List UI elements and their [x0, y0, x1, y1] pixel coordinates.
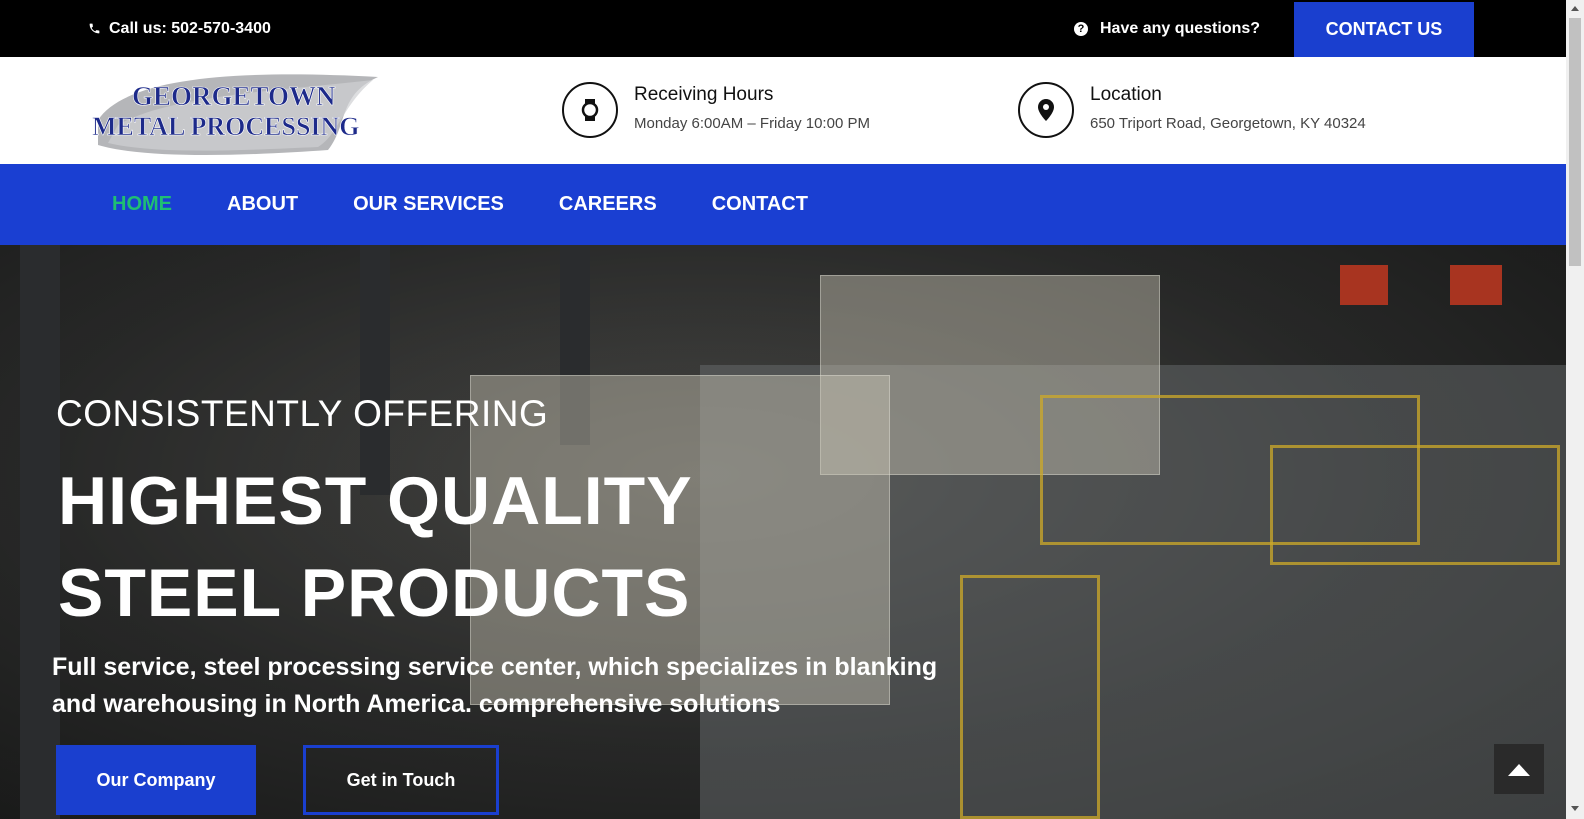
hero-title-line2: STEEL PRODUCTS — [58, 555, 691, 631]
hero-subtitle: CONSISTENTLY OFFERING — [56, 393, 549, 434]
factory-door — [1340, 265, 1388, 305]
location-title: Location — [1090, 84, 1162, 105]
nav-home[interactable]: HOME — [112, 193, 172, 216]
safety-rail — [1270, 445, 1560, 565]
location: Location 650 Triport Road, Georgetown, K… — [1018, 82, 1366, 138]
map-pin-icon — [1018, 82, 1074, 138]
receiving-hours: Receiving Hours Monday 6:00AM – Friday 1… — [562, 82, 870, 138]
nav-about[interactable]: ABOUT — [227, 193, 298, 216]
scroll-thumb[interactable] — [1569, 18, 1581, 266]
nav-our-services[interactable]: OUR SERVICES — [353, 193, 504, 216]
phone-text: Call us: 502-570-3400 — [109, 19, 271, 37]
watch-icon — [562, 82, 618, 138]
questions-label: Have any questions? — [1100, 19, 1261, 37]
hero-title-line1: HIGHEST QUALITY — [58, 463, 693, 539]
hero-title: HIGHEST QUALITY STEEL PRODUCTS — [58, 455, 693, 639]
our-company-button[interactable]: Our Company — [56, 745, 256, 815]
scroll-up-arrow[interactable] — [1571, 6, 1579, 11]
phone-contact[interactable]: Call us: 502-570-3400 — [88, 0, 271, 57]
hours-title: Receiving Hours — [634, 84, 774, 105]
hours-value: Monday 6:00AM – Friday 10:00 PM — [634, 115, 870, 132]
get-in-touch-button[interactable]: Get in Touch — [303, 745, 499, 815]
scroll-down-arrow[interactable] — [1571, 806, 1579, 811]
top-bar: Call us: 502-570-3400 ? Have any questio… — [0, 0, 1566, 57]
nav-contact[interactable]: CONTACT — [712, 193, 808, 216]
hero-description: Full service, steel processing service c… — [52, 649, 1012, 723]
location-value: 650 Triport Road, Georgetown, KY 40324 — [1090, 115, 1366, 132]
nav-careers[interactable]: CAREERS — [559, 193, 657, 216]
question-icon: ? — [1074, 21, 1088, 36]
back-to-top-button[interactable] — [1494, 744, 1544, 794]
hero-description-line2: and warehousing in North America. compre… — [52, 690, 781, 718]
factory-beam — [20, 245, 60, 819]
questions-text: ? Have any questions? — [1074, 0, 1260, 57]
phone-icon — [89, 23, 100, 34]
contact-us-button[interactable]: CONTACT US — [1294, 2, 1474, 57]
page-scrollbar[interactable] — [1566, 0, 1584, 819]
hero-description-line1: Full service, steel processing service c… — [52, 653, 938, 681]
site-header: GEORGETOWN METAL PROCESSING Receiving Ho… — [0, 57, 1566, 164]
hero-section: CONSISTENTLY OFFERING HIGHEST QUALITY ST… — [0, 245, 1566, 819]
company-logo[interactable]: GEORGETOWN METAL PROCESSING — [88, 65, 388, 155]
main-nav: HOME ABOUT OUR SERVICES CAREERS CONTACT — [0, 164, 1566, 245]
factory-door — [1450, 265, 1502, 305]
logo-line2: METAL PROCESSING — [92, 112, 360, 141]
chevron-up-icon — [1508, 764, 1530, 776]
logo-line1: GEORGETOWN — [132, 81, 336, 111]
